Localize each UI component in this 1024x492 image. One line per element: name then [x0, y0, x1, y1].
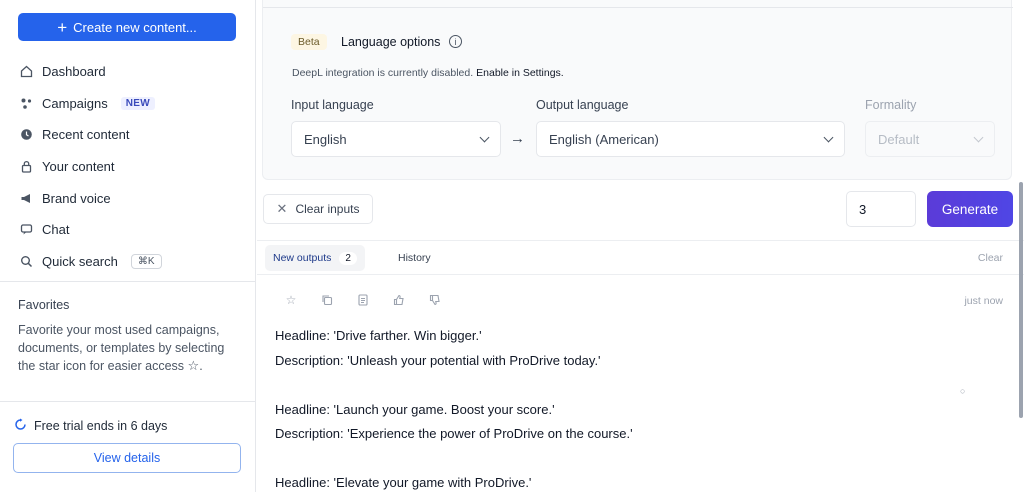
output-line: Headline: 'Drive farther. Win bigger.'	[275, 328, 482, 343]
copy-icon[interactable]	[319, 292, 335, 308]
sidebar-item-label: Quick search	[42, 253, 118, 269]
language-options-title: Language options	[341, 35, 441, 49]
thumbs-up-icon[interactable]	[391, 292, 407, 308]
output-line: Description: 'Experience the power of Pr…	[275, 426, 633, 441]
output-spacer	[275, 373, 975, 398]
sidebar-nav: Dashboard Campaigns NEW Recent content Y…	[20, 56, 240, 277]
output-line: Headline: 'Elevate your game with ProDri…	[275, 475, 532, 490]
new-badge: NEW	[120, 96, 155, 110]
refresh-icon	[14, 418, 27, 434]
close-icon: ✕	[276, 201, 288, 216]
create-new-content-label: Create new content...	[73, 19, 197, 35]
star-icon[interactable]: ☆	[283, 292, 299, 308]
beta-badge: Beta	[291, 34, 327, 50]
trial-notice: Free trial ends in 6 days	[14, 418, 167, 434]
sidebar-item-label: Recent content	[42, 127, 130, 143]
chat-icon	[20, 223, 33, 236]
clear-inputs-button[interactable]: ✕ Clear inputs	[263, 194, 373, 224]
output-language-label: Output language	[536, 98, 629, 112]
output-count-input[interactable]: 3	[846, 191, 916, 227]
scrollbar[interactable]	[1019, 182, 1023, 418]
sidebar-item-dashboard[interactable]: Dashboard	[20, 56, 240, 88]
tab-new-outputs[interactable]: New outputs 2	[265, 245, 365, 271]
input-language-select[interactable]: English	[291, 121, 501, 157]
document-icon[interactable]	[355, 292, 371, 308]
generate-button[interactable]: Generate	[927, 191, 1013, 227]
formality-select[interactable]: Default	[865, 121, 995, 157]
sidebar-item-label: Chat	[42, 222, 70, 238]
clock-icon	[20, 128, 33, 141]
output-timestamp: just now	[964, 295, 1003, 307]
chevron-down-icon	[973, 132, 984, 142]
generated-output: Headline: 'Drive farther. Win bigger.' D…	[275, 324, 975, 492]
dashboard-icon	[20, 65, 33, 78]
sidebar-item-campaigns[interactable]: Campaigns NEW	[20, 88, 240, 120]
info-icon[interactable]: i	[449, 35, 462, 48]
plus-icon: +	[57, 17, 68, 37]
language-options-panel: Beta Language options i DeepL integratio…	[262, 0, 1013, 180]
arrow-right-icon: →	[510, 130, 525, 147]
pointer-icon: ○	[960, 386, 966, 396]
chevron-down-icon	[823, 132, 834, 142]
output-line: Description: 'Unleash your potential wit…	[275, 352, 601, 368]
sidebar-item-label: Dashboard	[42, 64, 106, 80]
favorites-description: Favorite your most used campaigns, docum…	[18, 323, 225, 373]
main-content: Beta Language options i DeepL integratio…	[257, 0, 1024, 492]
sidebar-item-your-content[interactable]: Your content	[20, 151, 240, 183]
new-outputs-count: 2	[339, 251, 357, 265]
input-language-label: Input language	[291, 98, 374, 112]
sidebar-divider	[0, 281, 256, 282]
sidebar-item-quick-search[interactable]: Quick search ⌘K	[20, 246, 240, 278]
tab-history[interactable]: History	[398, 252, 431, 264]
sidebar-item-label: Your content	[42, 159, 115, 175]
sidebar-item-label: Campaigns	[42, 95, 108, 111]
formality-label: Formality	[865, 98, 917, 112]
search-icon	[20, 255, 33, 268]
sidebar: + Create new content... Dashboard Campai…	[0, 0, 256, 492]
output-actions: ☆	[283, 292, 443, 308]
campaigns-icon	[20, 97, 33, 110]
lock-icon	[20, 160, 33, 173]
shortcut-hint: ⌘K	[130, 253, 162, 269]
favorites-title: Favorites	[18, 298, 70, 312]
star-icon: ☆	[187, 358, 200, 373]
view-details-button[interactable]: View details	[13, 443, 241, 473]
chevron-down-icon	[479, 132, 490, 142]
output-line: Headline: 'Launch your game. Boost your …	[275, 401, 555, 417]
output-language-select[interactable]: English (American)	[536, 121, 845, 157]
output-spacer	[275, 447, 975, 472]
sidebar-item-chat[interactable]: Chat	[20, 214, 240, 246]
deepl-note: DeepL integration is currently disabled.…	[292, 67, 564, 79]
thumbs-down-icon[interactable]	[427, 292, 443, 308]
sidebar-item-recent-content[interactable]: Recent content	[20, 119, 240, 151]
create-new-content-button[interactable]: + Create new content...	[18, 13, 236, 41]
trial-text: Free trial ends in 6 days	[34, 419, 168, 433]
output-tabs-bar: New outputs 2 History Clear	[257, 240, 1024, 275]
sidebar-divider	[0, 401, 256, 402]
sidebar-item-label: Brand voice	[42, 190, 111, 206]
clear-outputs-button[interactable]: Clear	[978, 252, 1003, 264]
megaphone-icon	[20, 192, 33, 205]
sidebar-item-brand-voice[interactable]: Brand voice	[20, 182, 240, 214]
enable-in-settings-link[interactable]: Enable in Settings.	[476, 67, 564, 79]
panel-top-divider	[263, 0, 1013, 8]
